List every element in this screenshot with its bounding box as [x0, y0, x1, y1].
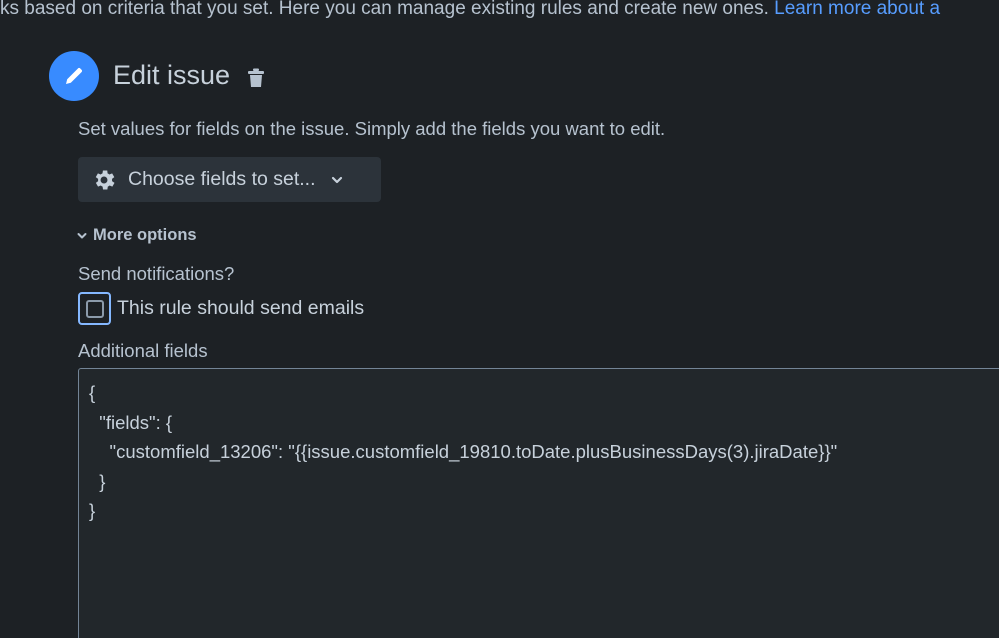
trash-icon [248, 68, 264, 87]
code-line: "customfield_13206": "{{issue.customfiel… [89, 441, 838, 462]
intro-text: ks based on criteria that you set. Here … [0, 0, 940, 20]
chevron-down-icon [330, 173, 344, 187]
more-options-toggle[interactable]: More options [76, 226, 197, 245]
gear-icon [91, 167, 117, 193]
delete-action-button[interactable] [246, 66, 266, 90]
pencil-icon [49, 51, 99, 101]
choose-fields-button[interactable]: Choose fields to set... [78, 157, 381, 202]
code-line: { [89, 382, 96, 403]
learn-more-link[interactable]: Learn more about a [774, 0, 940, 19]
checkbox-box [85, 299, 104, 318]
send-emails-label[interactable]: This rule should send emails [117, 297, 364, 320]
choose-fields-label: Choose fields to set... [128, 168, 316, 190]
more-options-label: More options [93, 226, 197, 244]
code-line: } [89, 500, 96, 521]
action-description: Set values for fields on the issue. Simp… [78, 118, 666, 139]
send-emails-checkbox[interactable] [78, 292, 111, 325]
action-title: Edit issue [113, 60, 231, 90]
intro-description: ks based on criteria that you set. Here … [0, 0, 775, 19]
chevron-down-icon [76, 230, 88, 242]
code-line: "fields": { [89, 411, 173, 433]
additional-fields-label: Additional fields [78, 340, 208, 361]
send-notifications-label: Send notifications? [78, 263, 235, 284]
additional-fields-editor[interactable]: { "fields": { "customfield_13206": "{{is… [78, 368, 999, 638]
code-line: } [89, 470, 106, 492]
edit-issue-panel: ks based on criteria that you set. Here … [0, 0, 999, 638]
